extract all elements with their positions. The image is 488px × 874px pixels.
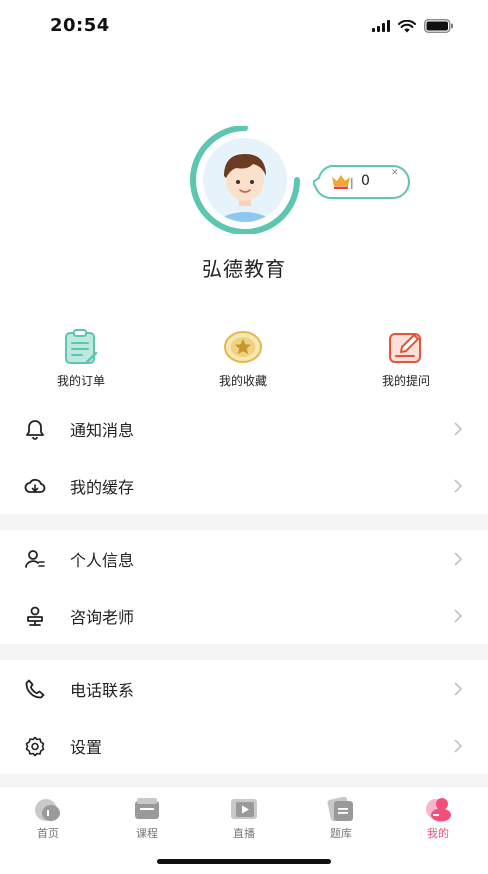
wifi-icon: [398, 19, 416, 32]
menu-label-consult-teacher: 咨询老师: [70, 607, 135, 627]
menu-item-consult-teacher[interactable]: 咨询老师: [0, 587, 488, 644]
phone-icon: [25, 679, 45, 698]
menu-label-settings: 设置: [70, 737, 103, 757]
menu-group-2: 个人信息 咨询老师: [0, 530, 488, 644]
cellular-signal-icon: [372, 20, 390, 32]
avatar-image: [190, 125, 300, 235]
status-bar: 20:54: [0, 0, 488, 54]
my-questions-label: 我的提问: [381, 374, 430, 388]
chevron-right-icon: [454, 478, 462, 493]
tab-label-question-bank: 题库: [330, 827, 352, 840]
section-divider: [0, 644, 488, 660]
tab-profile[interactable]: 我的: [398, 795, 478, 841]
tab-label-course: 课程: [136, 827, 158, 840]
profile-name: 弘德教育: [202, 257, 286, 281]
chevron-right-icon: [454, 421, 462, 436]
tab-live[interactable]: 直播: [204, 795, 284, 841]
chevron-right-icon: [454, 738, 462, 753]
my-orders-button[interactable]: 我的订单: [26, 328, 136, 389]
menu-group-1: 通知消息 我的缓存: [0, 400, 488, 514]
battery-icon: [424, 19, 453, 33]
avatar[interactable]: [178, 125, 312, 235]
menu-item-cache[interactable]: 我的缓存: [0, 457, 488, 514]
tab-label-profile: 我的: [427, 827, 449, 840]
order-clipboard-icon: [65, 329, 98, 364]
my-questions-button[interactable]: 我的提问: [351, 328, 461, 389]
close-icon[interactable]: ✕: [391, 168, 399, 178]
question-bank-icon: [327, 796, 353, 822]
menu-label-personal-info: 个人信息: [70, 550, 135, 570]
home-icon: [35, 799, 60, 821]
profile-icon: [426, 798, 451, 822]
tab-home[interactable]: 首页: [8, 795, 88, 841]
vip-count: 0: [361, 173, 370, 189]
tab-label-home: 首页: [37, 827, 59, 840]
menu-label-notifications: 通知消息: [70, 420, 135, 440]
menu-label-cache: 我的缓存: [70, 477, 135, 497]
home-indicator: [157, 859, 331, 864]
my-orders-label: 我的订单: [56, 374, 105, 388]
cloud-download-icon: [24, 478, 46, 493]
menu-item-phone-contact[interactable]: 电话联系: [0, 660, 488, 717]
teacher-icon: [27, 606, 43, 626]
quick-actions: 我的订单 我的收藏 我的提问: [0, 328, 488, 392]
status-icons: [372, 19, 454, 33]
tab-question-bank[interactable]: 题库: [301, 795, 381, 841]
tab-course[interactable]: 课程: [107, 795, 187, 841]
live-icon: [231, 799, 257, 819]
user-profile-icon: [25, 549, 45, 568]
my-favorites-button[interactable]: 我的收藏: [188, 328, 298, 389]
my-favorites-label: 我的收藏: [218, 374, 267, 388]
menu-item-notifications[interactable]: 通知消息: [0, 400, 488, 457]
chevron-right-icon: [454, 681, 462, 696]
question-edit-icon: [389, 333, 421, 363]
chevron-right-icon: [454, 551, 462, 566]
gear-icon: [25, 736, 45, 756]
tab-label-live: 直播: [233, 827, 255, 840]
section-divider: [0, 514, 488, 530]
menu-item-personal-info[interactable]: 个人信息: [0, 530, 488, 587]
section-divider: [0, 774, 488, 786]
bell-icon: [26, 419, 44, 440]
menu-item-settings[interactable]: 设置: [0, 717, 488, 774]
status-time: 20:54: [50, 15, 110, 36]
course-icon: [135, 798, 159, 819]
favorite-star-icon: [224, 331, 262, 363]
menu-group-3: 电话联系 设置: [0, 660, 488, 774]
menu-label-phone-contact: 电话联系: [70, 680, 135, 700]
chevron-right-icon: [454, 608, 462, 623]
